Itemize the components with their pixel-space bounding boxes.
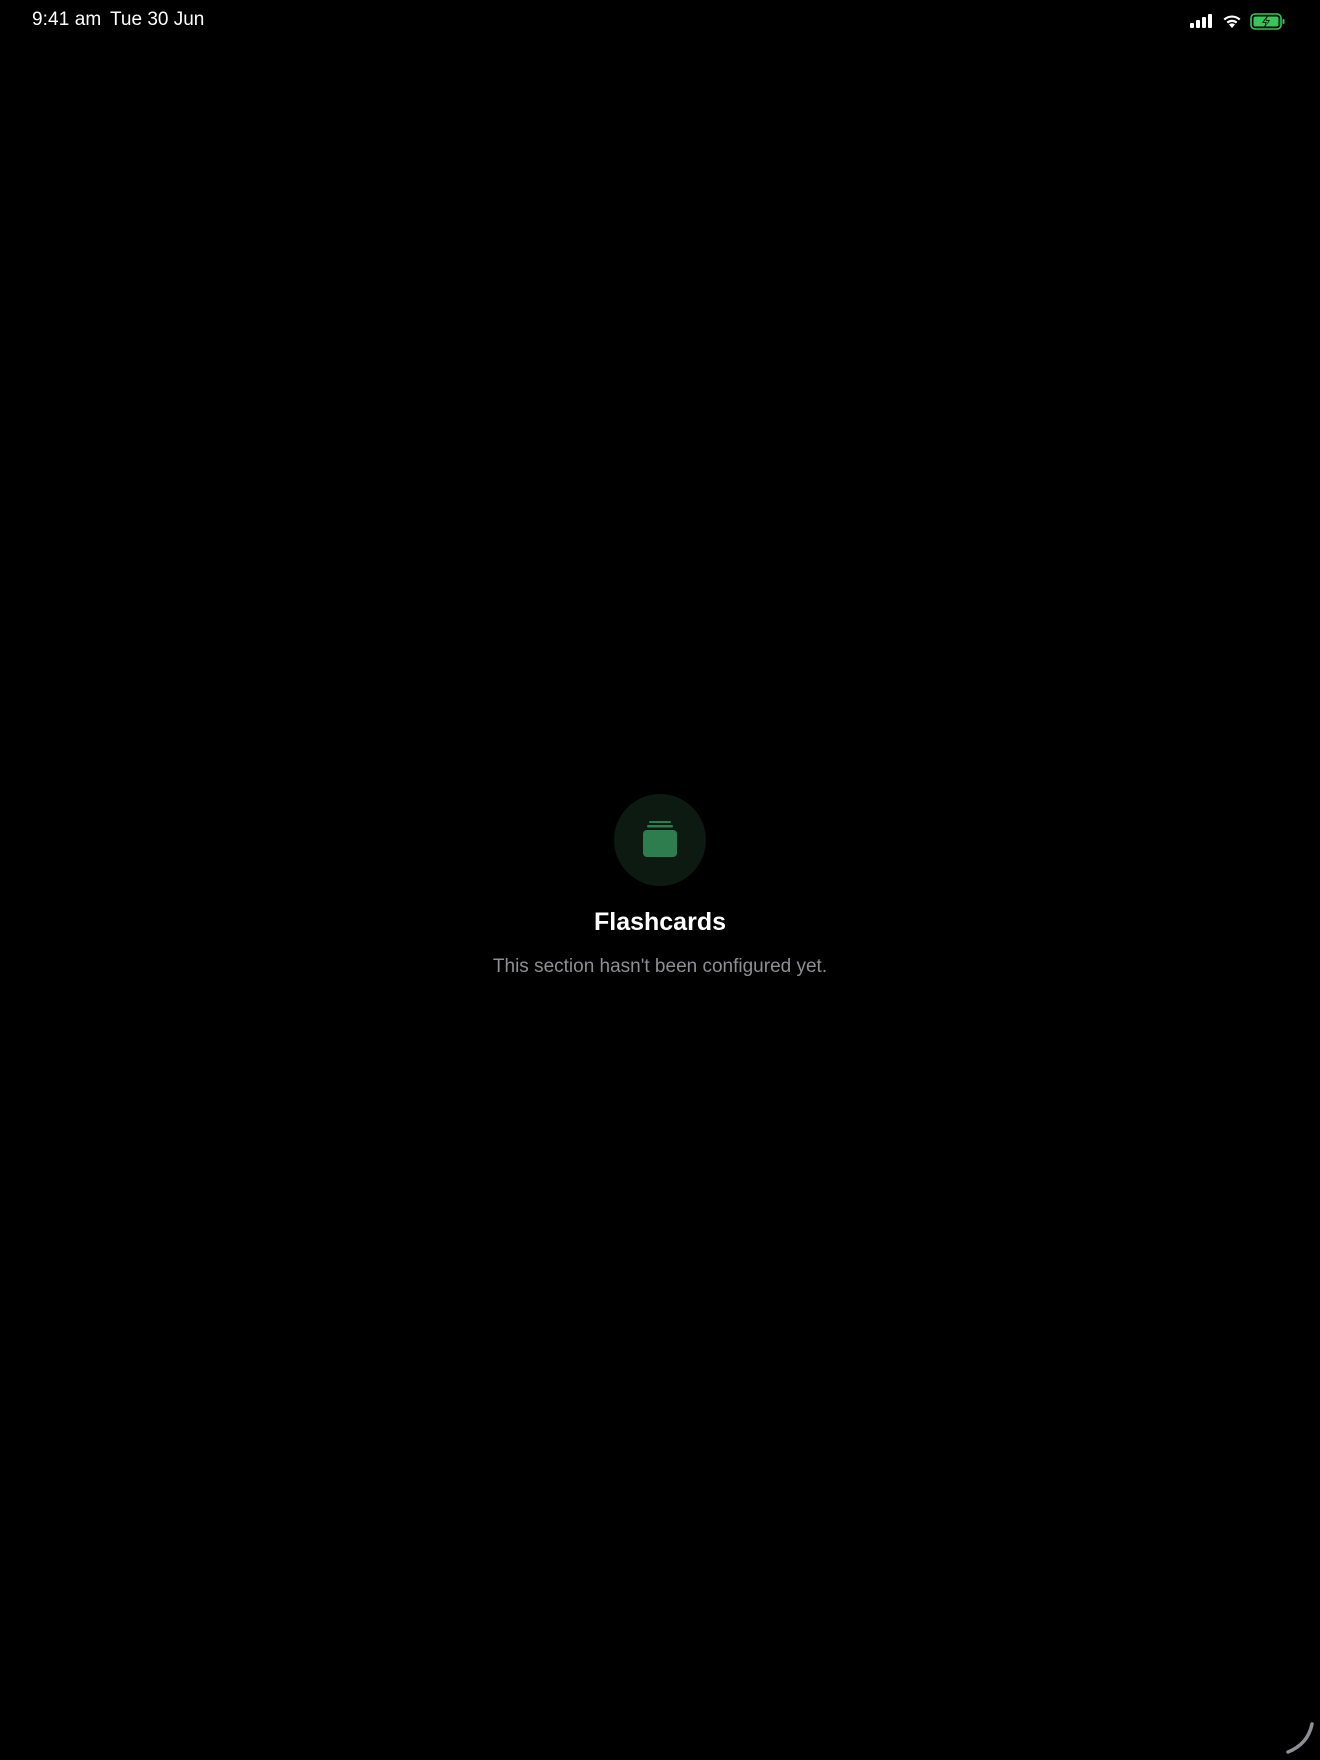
status-indicators <box>1190 11 1286 31</box>
flashcards-icon-badge <box>614 794 706 886</box>
status-bar: 9:41 am Tue 30 Jun <box>0 0 1320 44</box>
wifi-icon <box>1222 14 1242 29</box>
status-time: 9:41 am <box>32 9 102 30</box>
empty-state-title: Flashcards <box>593 908 726 936</box>
flashcards-stack-icon <box>640 820 680 860</box>
empty-state-subtitle: This section hasn't been configured yet. <box>492 956 828 977</box>
empty-state: Flashcards This section hasn't been conf… <box>0 794 1320 980</box>
battery-charging-icon <box>1250 12 1286 30</box>
signal-icon <box>1190 14 1214 28</box>
corner-resize-handle[interactable] <box>1280 1720 1314 1754</box>
status-date: Tue 30 Jun <box>110 9 205 30</box>
